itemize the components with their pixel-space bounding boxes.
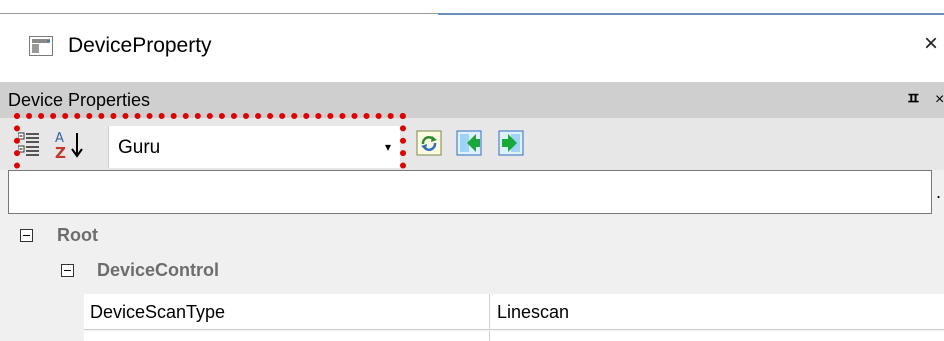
- close-window-button[interactable]: ×: [924, 30, 938, 58]
- pin-panel-button[interactable]: ㅍ: [906, 88, 921, 112]
- property-name: DeviceScanType: [90, 302, 226, 322]
- app-window-icon: [29, 36, 53, 56]
- tree-root-label[interactable]: Root: [57, 223, 98, 247]
- column-divider: [489, 294, 490, 330]
- property-row-partial: [84, 331, 944, 341]
- row-divider: [84, 329, 944, 330]
- window-title: DeviceProperty: [68, 34, 212, 57]
- property-search-input[interactable]: [8, 170, 932, 214]
- close-panel-button[interactable]: ×: [935, 88, 944, 112]
- top-strip: [0, 0, 944, 14]
- tree-category-label[interactable]: DeviceControl: [97, 258, 219, 282]
- column-divider-partial: [489, 331, 490, 341]
- refresh-icon[interactable]: [416, 129, 442, 157]
- collapse-root-toggle[interactable]: [20, 229, 33, 242]
- panel-title: Device Properties: [8, 90, 151, 110]
- property-value[interactable]: Linescan: [497, 300, 569, 324]
- import-icon[interactable]: [456, 129, 482, 157]
- export-icon[interactable]: [498, 129, 524, 157]
- search-options-button[interactable]: .: [936, 180, 941, 204]
- collapse-devicecontrol-toggle[interactable]: [61, 264, 74, 277]
